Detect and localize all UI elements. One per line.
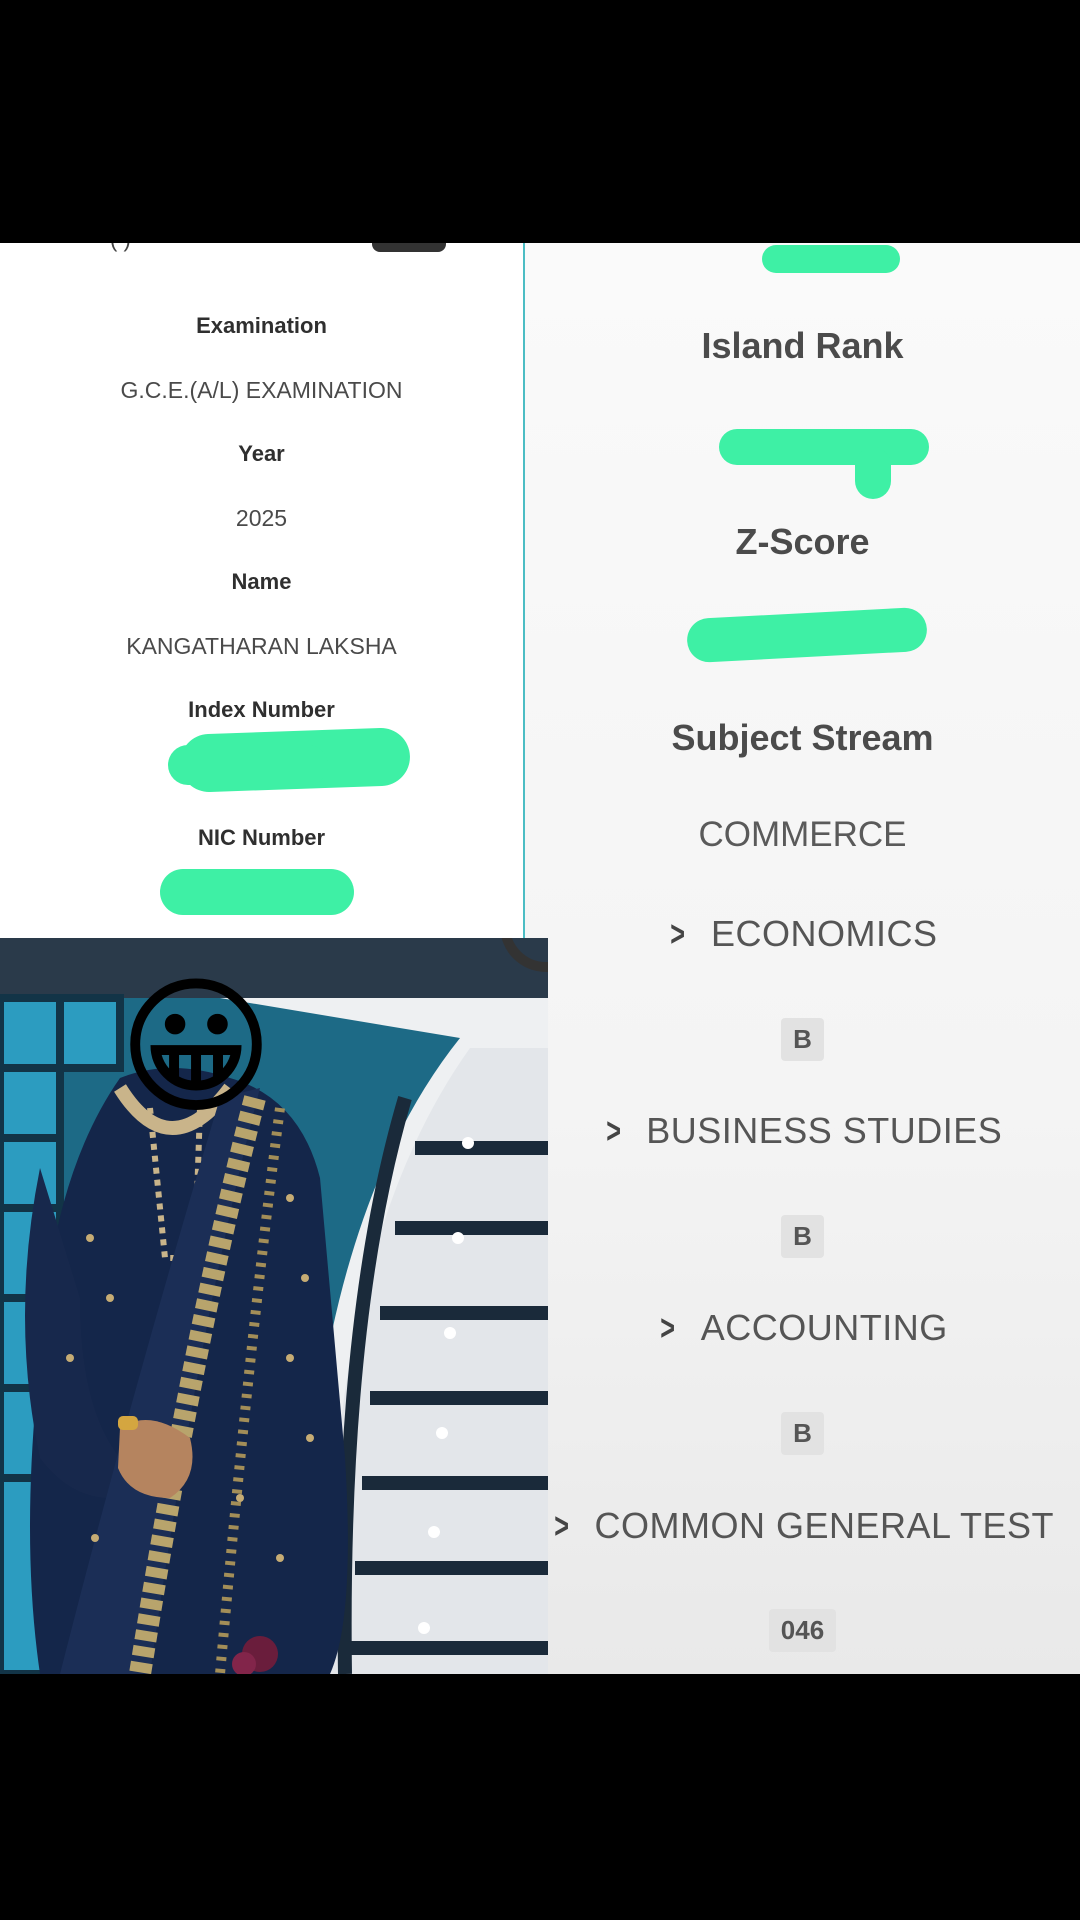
subject-common-general-test[interactable]: > COMMON GENERAL TEST [525,1505,1080,1547]
grade-badge: B [781,1215,824,1258]
subject-name: COMMON GENERAL TEST [594,1505,1055,1546]
bottom-black-bar [0,1674,1080,1920]
grade-badge: B [781,1018,824,1061]
index-number-redaction-overlap [168,745,328,785]
exam-details-card: ( ) Examination G.C.E.(A/L) EXAMINATION … [0,243,523,938]
grade-business-studies-row: B [525,1215,1080,1258]
year-label: Year [238,441,285,466]
subject-economics[interactable]: > ECONOMICS [525,913,1080,955]
subject-stream-label: Subject Stream [671,717,934,758]
grade-badge: 046 [768,1609,837,1652]
chevron-right-icon: > [605,1110,621,1151]
top-redaction [762,245,900,273]
island-rank-label: Island Rank [701,325,904,366]
top-tab-handle [372,243,446,252]
grinning-face-emoji-icon: 😀 [117,963,275,1131]
name-label: Name [231,569,292,594]
examination-value: G.C.E.(A/L) EXAMINATION [120,377,403,403]
grade-economics-row: B [525,1018,1080,1061]
island-rank-redaction-tail [855,447,891,499]
subject-business-studies[interactable]: > BUSINESS STUDIES [525,1110,1080,1152]
top-partial-text: ( ) [110,243,131,253]
index-number-label: Index Number [188,697,335,722]
subject-accounting[interactable]: > ACCOUNTING [525,1307,1080,1349]
examination-label: Examination [196,313,327,338]
chevron-right-icon: > [554,1505,570,1546]
chevron-right-icon: > [670,913,686,954]
nic-number-label: NIC Number [197,825,326,850]
screenshot-stage: ( ) Examination G.C.E.(A/L) EXAMINATION … [0,0,1080,1920]
z-score-redaction [686,606,928,664]
grade-badge: B [781,1412,824,1455]
grade-common-general-test-row: 046 [525,1609,1080,1652]
z-score-label: Z-Score [735,521,870,562]
subject-stream-value: COMMERCE [698,815,907,854]
subject-name: BUSINESS STUDIES [646,1110,1003,1151]
nic-number-redaction [160,869,354,915]
subject-name: ACCOUNTING [700,1307,948,1348]
grade-accounting-row: B [525,1412,1080,1455]
subject-name: ECONOMICS [711,913,938,954]
chevron-right-icon: > [660,1307,676,1348]
island-rank-redaction [719,429,929,465]
year-value: 2025 [235,505,288,531]
name-value: KANGATHARAN LAKSHA [126,633,397,659]
results-panel: Island Rank Z-Score Subject Stream COMME… [525,243,1080,1674]
